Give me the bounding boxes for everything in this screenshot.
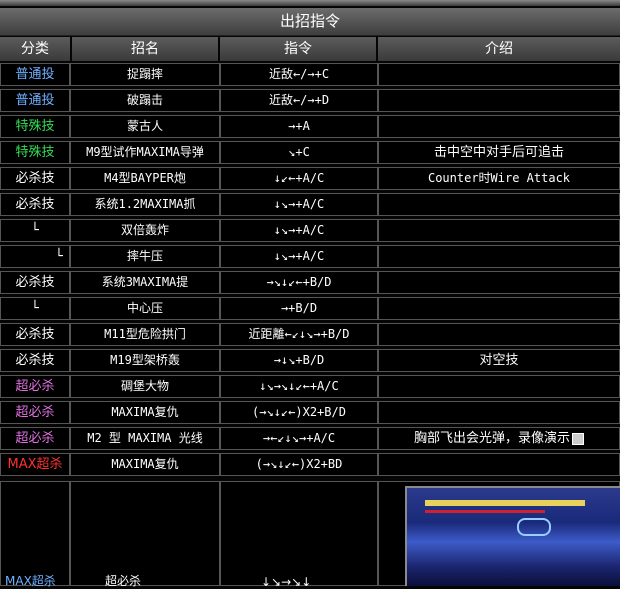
partial-category: MAX超杀 <box>5 574 56 588</box>
row-category: 超必杀 <box>0 375 70 398</box>
row-command: ↓↙←+A/C <box>220 167 378 190</box>
row-description-empty <box>378 245 620 268</box>
row-command: →↓↘+B/D <box>220 349 378 372</box>
row-description: 胸部飞出会光弹，录像演示 <box>378 427 620 450</box>
row-command: →+A <box>220 115 378 138</box>
row-command: 近距離←↙↓↘→+B/D <box>220 323 378 346</box>
row-command: (→↘↓↙←)X2+B/D <box>220 401 378 424</box>
page-title: 出招指令 <box>0 8 620 36</box>
row-command: (→↘↓↙←)X2+BD <box>220 453 378 476</box>
partial-name: 超必杀 <box>105 574 142 588</box>
row-command: ↘+C <box>220 141 378 164</box>
row-description-empty <box>378 89 620 112</box>
row-command: 近敌←/→+C <box>220 63 378 86</box>
power-bar <box>425 510 545 513</box>
row-category: 特殊技 <box>0 115 70 138</box>
row-move-name: 破蹋击 <box>70 89 220 112</box>
row-move-name: 系统3MAXIMA提 <box>70 271 220 294</box>
row-command: 近敌←/→+D <box>220 89 378 112</box>
video-icon[interactable] <box>572 432 584 445</box>
row-category: 超必杀 <box>0 401 70 424</box>
row-category: 必杀技 <box>0 349 70 372</box>
row-move-name: MAXIMA复仇 <box>70 401 220 424</box>
row-category: MAX超杀 <box>0 453 70 476</box>
row-category: 必杀技 <box>0 271 70 294</box>
character-figure <box>517 518 551 536</box>
row-description-empty <box>378 323 620 346</box>
row-description-empty <box>378 193 620 216</box>
row-category: └ <box>0 297 70 320</box>
row-command: ↓↘→+A/C <box>220 245 378 268</box>
row-category: 必杀技 <box>0 193 70 216</box>
row-move-name: M2 型 MAXIMA 光线 <box>70 427 220 450</box>
row-category: 普通投 <box>0 63 70 86</box>
partial-command-cell: ↓↘→↘↓ <box>220 481 378 589</box>
row-description-empty <box>378 453 620 476</box>
row-description: 对空技 <box>378 349 620 372</box>
row-category: 必杀技 <box>0 167 70 190</box>
row-description-empty <box>378 219 620 242</box>
row-move-name: 碉堡大物 <box>70 375 220 398</box>
row-move-name: 系统1.2MAXIMA抓 <box>70 193 220 216</box>
partial-name-cell: 超必杀 <box>70 481 220 588</box>
row-category: └ <box>0 245 70 268</box>
row-category: 特殊技 <box>0 141 70 164</box>
row-command: →↘↓↙←+B/D <box>220 271 378 294</box>
row-category: 必杀技 <box>0 323 70 346</box>
row-description: 击中空中对手后可追击 <box>378 141 620 164</box>
row-category: └ <box>0 219 70 242</box>
row-command: ↓↘→+A/C <box>220 193 378 216</box>
header-move-name: 招名 <box>72 37 218 61</box>
header-command: 指令 <box>220 37 376 61</box>
row-command: ↓↘→+A/C <box>220 219 378 242</box>
row-category: 普通投 <box>0 89 70 112</box>
health-bar <box>425 500 585 506</box>
top-strip <box>0 0 620 6</box>
row-category: 超必杀 <box>0 427 70 450</box>
row-move-name: 捉蹋摔 <box>70 63 220 86</box>
row-description-empty <box>378 401 620 424</box>
partial-category-cell: MAX超杀 <box>0 481 70 588</box>
header-description: 介绍 <box>378 37 620 61</box>
row-move-name: M11型危险拱门 <box>70 323 220 346</box>
video-demo-screenshot[interactable] <box>405 486 620 586</box>
row-command: →←↙↓↘→+A/C <box>220 427 378 450</box>
row-move-name: M9型试作MAXIMA导弹 <box>70 141 220 164</box>
row-description-empty <box>378 63 620 86</box>
row-command: ↓↘→↘↓↙←+A/C <box>220 375 378 398</box>
row-move-name: MAXIMA复仇 <box>70 453 220 476</box>
row-description-empty <box>378 271 620 294</box>
row-description-empty <box>378 297 620 320</box>
row-move-name: 双倍轰炸 <box>70 219 220 242</box>
row-move-name: M19型架桥轰 <box>70 349 220 372</box>
row-description-empty <box>378 115 620 138</box>
partial-command: ↓↘→↘↓ <box>261 575 312 589</box>
row-move-name: 中心压 <box>70 297 220 320</box>
header-category: 分类 <box>0 37 70 61</box>
row-description-empty <box>378 375 620 398</box>
row-command: →+B/D <box>220 297 378 320</box>
row-move-name: 摔牛压 <box>70 245 220 268</box>
row-move-name: M4型BAYPER炮 <box>70 167 220 190</box>
row-description: Counter时Wire Attack <box>378 167 620 190</box>
row-move-name: 蒙古人 <box>70 115 220 138</box>
